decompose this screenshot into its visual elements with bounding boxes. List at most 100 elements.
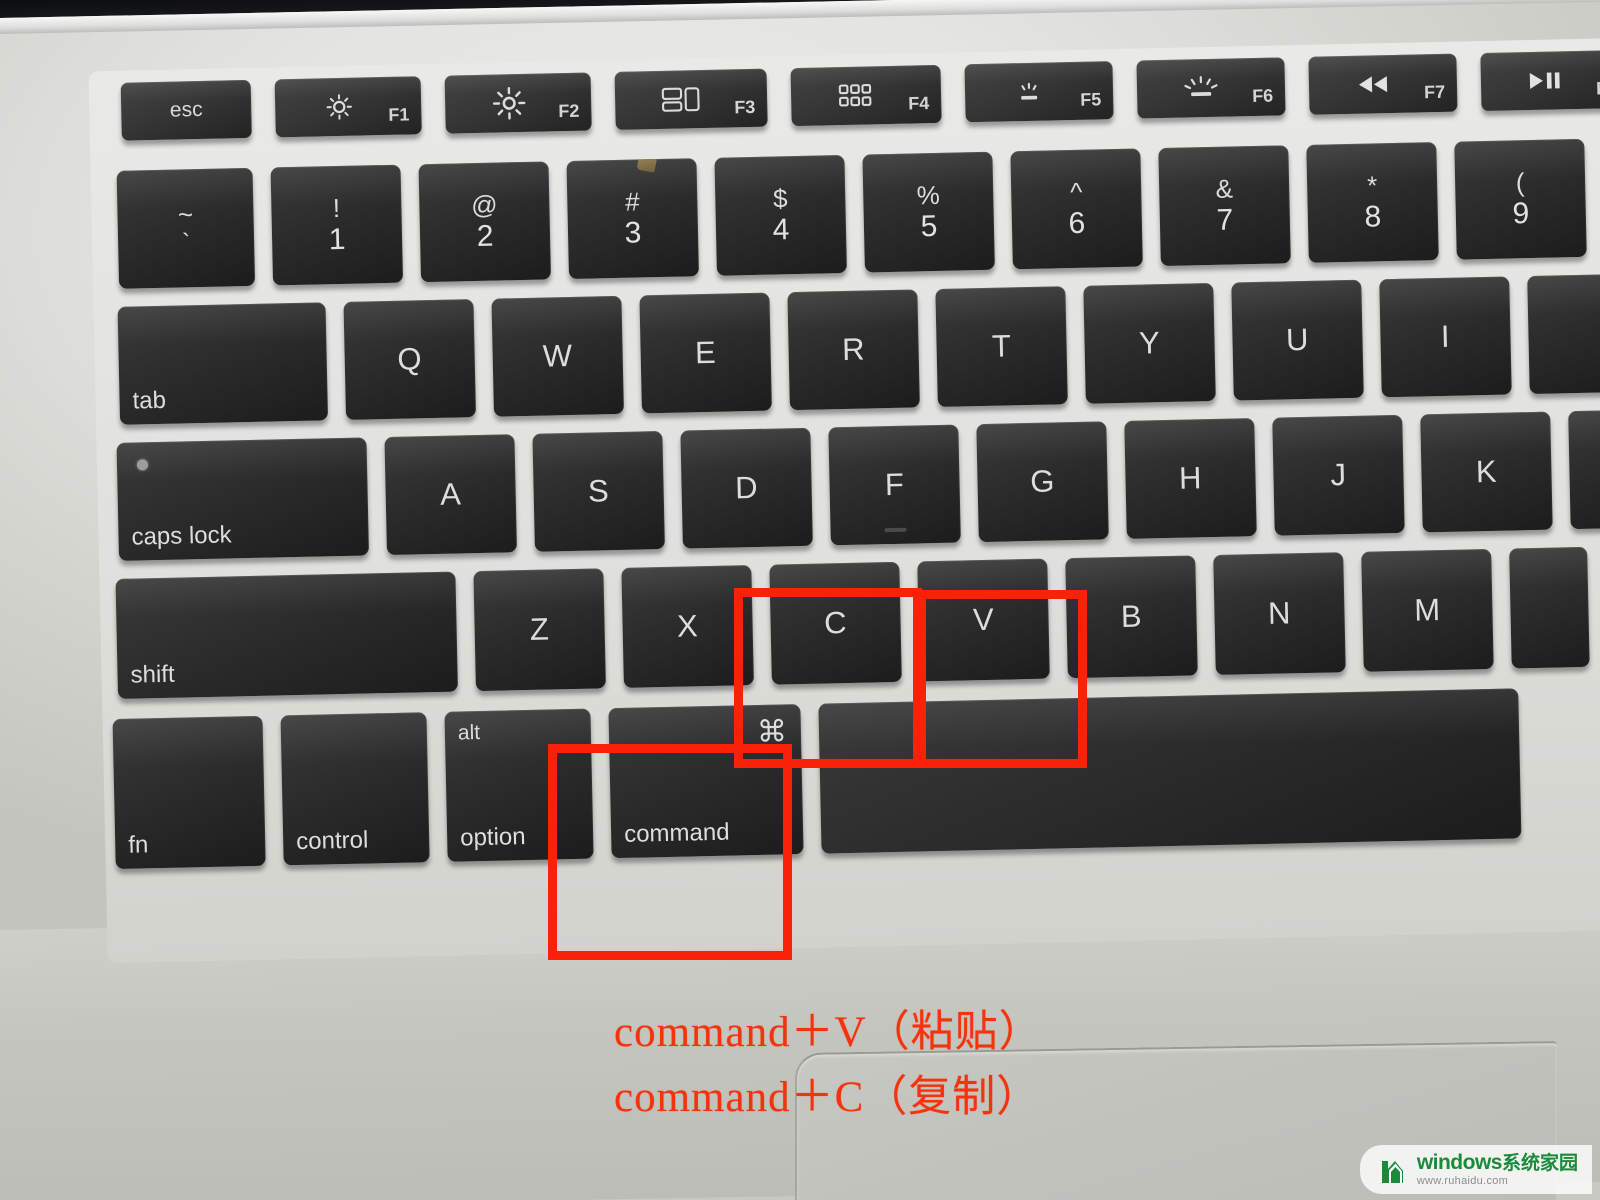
key-s[interactable]: S — [532, 430, 665, 552]
key-f2[interactable]: F2 — [444, 72, 592, 134]
highlight-box-v-key — [917, 590, 1087, 768]
key-7-lower: 7 — [1216, 203, 1234, 237]
key-e[interactable]: E — [639, 292, 772, 414]
key-u[interactable]: U — [1231, 279, 1364, 401]
key-k[interactable]: K — [1420, 411, 1553, 533]
key-4[interactable]: $ 4 — [714, 154, 847, 276]
key-5-upper: % — [916, 179, 941, 211]
key-f1[interactable]: F1 — [274, 76, 422, 138]
key-4-lower: 4 — [772, 213, 790, 247]
key-t[interactable]: T — [935, 286, 1068, 407]
key-s-label: S — [587, 473, 610, 509]
key-9[interactable]: ( 9 — [1454, 138, 1587, 260]
key-m-label: M — [1413, 592, 1441, 628]
key-tab-label: tab — [132, 386, 167, 415]
key-3-lower: 3 — [624, 216, 642, 250]
key-2-upper: @ — [470, 189, 498, 221]
key-a[interactable]: A — [384, 434, 517, 556]
key-8[interactable]: * 8 — [1306, 142, 1439, 263]
key-q-label: Q — [397, 341, 423, 377]
key-i[interactable]: I — [1379, 276, 1512, 398]
key-6-lower: 6 — [1068, 206, 1086, 241]
key-o-partial[interactable] — [1527, 274, 1600, 395]
key-caps-lock-label: caps lock — [131, 521, 232, 551]
highlight-box-c-key — [734, 588, 922, 768]
key-control-label: control — [295, 826, 369, 856]
key-w-label: W — [542, 337, 573, 374]
key-m[interactable]: M — [1361, 548, 1494, 672]
home-position-bar-icon — [884, 527, 907, 533]
key-grave-upper: ~ — [177, 199, 194, 230]
key-j-label: J — [1330, 457, 1347, 493]
key-g[interactable]: G — [976, 421, 1109, 543]
key-1[interactable]: ! 1 — [270, 164, 404, 286]
key-d[interactable]: D — [680, 427, 813, 549]
key-5[interactable]: % 5 — [862, 151, 995, 273]
caption-line-paste: command＋V（粘贴） — [614, 1009, 1043, 1056]
key-h[interactable]: H — [1124, 418, 1257, 539]
key-control[interactable]: control — [280, 712, 430, 866]
key-n[interactable]: N — [1213, 552, 1346, 675]
key-grave[interactable]: ~ ` — [116, 167, 256, 289]
key-f6-label: F6 — [1251, 85, 1274, 107]
key-1-upper: ! — [332, 192, 341, 224]
key-w[interactable]: W — [491, 295, 624, 417]
key-shift-left[interactable]: shift — [115, 571, 459, 699]
key-f[interactable]: F — [828, 424, 961, 546]
key-fn[interactable]: fn — [112, 715, 266, 870]
key-7[interactable]: & 7 — [1158, 145, 1291, 267]
key-9-lower: 9 — [1512, 197, 1530, 231]
key-f7-label: F7 — [1423, 81, 1446, 103]
key-q[interactable]: Q — [343, 299, 477, 420]
key-j[interactable]: J — [1272, 414, 1405, 536]
photo-stage: esc F1 F2 F3 F4 F5 F6 F7 F8 ~ ` ! 1 @ 2 … — [0, 0, 1600, 1200]
key-r[interactable]: R — [787, 289, 920, 411]
key-shift-label: shift — [130, 660, 175, 689]
key-2-lower: 2 — [476, 219, 494, 253]
key-option-alt-label: alt — [457, 721, 481, 745]
highlight-box-command-key — [548, 744, 792, 960]
key-y[interactable]: Y — [1083, 282, 1216, 404]
key-caps-lock[interactable]: caps lock — [116, 437, 370, 561]
key-f4[interactable]: F4 — [790, 64, 942, 127]
key-u-label: U — [1285, 321, 1310, 358]
key-option-label: option — [459, 823, 526, 852]
key-comma-partial[interactable] — [1509, 546, 1590, 669]
watermark-brand-latin: windows — [1416, 1151, 1503, 1174]
key-f8[interactable]: F8 — [1480, 49, 1600, 112]
key-n-label: N — [1267, 595, 1292, 631]
watermark-brand-cn: 系统家园 — [1501, 1153, 1578, 1174]
key-f4-label: F4 — [908, 93, 930, 114]
key-y-label: Y — [1138, 325, 1161, 361]
key-z[interactable]: Z — [473, 568, 606, 692]
key-fn-label: fn — [127, 831, 149, 859]
key-a-label: A — [439, 476, 462, 512]
key-6[interactable]: ^ 6 — [1010, 148, 1143, 270]
key-f3[interactable]: F3 — [614, 68, 768, 130]
watermark-url: www.ruhaidu.com — [1416, 1175, 1509, 1187]
caps-lock-led-icon — [136, 459, 149, 471]
caption-line-copy: command＋C（复制） — [614, 1074, 1041, 1122]
key-l-partial[interactable] — [1568, 409, 1600, 530]
key-z-label: Z — [529, 611, 550, 647]
key-2[interactable]: @ 2 — [418, 161, 552, 283]
key-f1-label: F1 — [388, 104, 410, 125]
key-f2-label: F2 — [558, 100, 580, 122]
key-esc[interactable]: esc — [120, 79, 252, 141]
key-f6[interactable]: F6 — [1136, 57, 1286, 119]
key-6-upper: ^ — [1069, 176, 1083, 208]
key-k-label: K — [1475, 453, 1498, 490]
key-tab[interactable]: tab — [117, 302, 329, 425]
annotation-caption: command＋V（粘贴） command＋C（复制） — [614, 1000, 1043, 1131]
key-5-lower: 5 — [920, 209, 938, 244]
key-esc-label: esc — [169, 97, 203, 122]
key-f7[interactable]: F7 — [1308, 53, 1458, 115]
key-t-label: T — [991, 328, 1012, 364]
keyboard: esc F1 F2 F3 F4 F5 F6 F7 F8 ~ ` ! 1 @ 2 … — [62, 20, 1600, 964]
key-3-upper: # — [624, 186, 640, 217]
key-3[interactable]: # 3 — [566, 158, 699, 279]
key-f5[interactable]: F5 — [964, 61, 1114, 123]
key-grave-lower: ` — [181, 229, 191, 257]
key-e-label: E — [694, 334, 717, 371]
key-g-label: G — [1029, 463, 1056, 499]
